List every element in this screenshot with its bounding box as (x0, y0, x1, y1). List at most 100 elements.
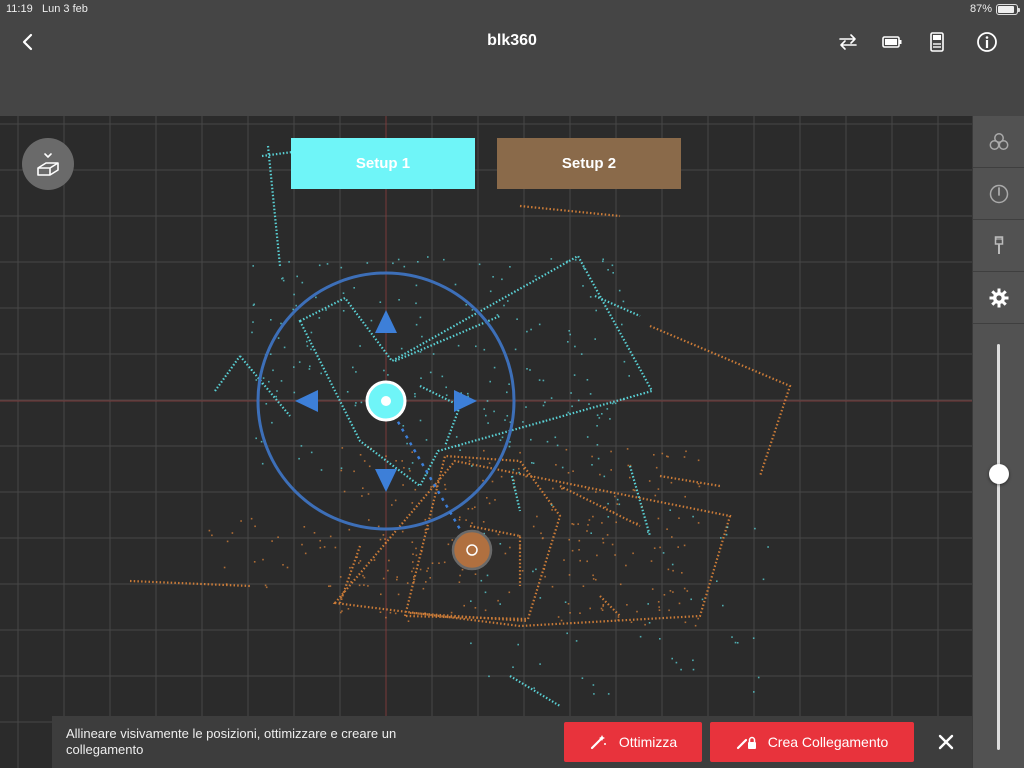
point (275, 395, 277, 398)
point (250, 517, 253, 520)
point (441, 375, 444, 378)
point (276, 390, 278, 392)
point (619, 583, 622, 586)
point (762, 578, 765, 581)
point (292, 308, 294, 311)
move-left-arrow-icon[interactable] (295, 390, 318, 412)
point (319, 546, 322, 549)
point (512, 666, 514, 668)
density-slider-thumb[interactable] (989, 463, 1009, 484)
point (400, 347, 403, 350)
point (413, 576, 415, 578)
point (602, 258, 604, 261)
point (408, 467, 411, 470)
view-mode-button[interactable] (22, 138, 74, 190)
point (509, 546, 511, 549)
point (636, 610, 638, 613)
scanner-button[interactable] (925, 30, 949, 54)
point (575, 640, 578, 642)
compass-button[interactable] (973, 168, 1024, 220)
point (572, 470, 574, 472)
point (467, 392, 469, 395)
move-down-arrow-icon[interactable] (375, 469, 397, 492)
point (592, 574, 594, 577)
point (532, 462, 535, 464)
point (517, 643, 519, 646)
point (411, 502, 414, 504)
point (471, 507, 474, 510)
density-slider-track[interactable] (997, 344, 1000, 750)
move-up-arrow-icon[interactable] (375, 310, 397, 333)
point (593, 693, 595, 695)
point (411, 462, 414, 464)
point (683, 587, 686, 590)
point (298, 457, 300, 460)
point (596, 414, 599, 416)
wand-lock-icon (736, 736, 756, 750)
point-cloud-view[interactable] (0, 116, 972, 768)
point (507, 300, 509, 302)
setup-1-button[interactable]: Setup 1 (291, 138, 475, 189)
point (616, 503, 619, 505)
point (497, 599, 499, 602)
setup-1-position-marker[interactable] (365, 380, 407, 422)
point (384, 538, 386, 540)
point (596, 554, 598, 557)
settings-button[interactable] (973, 272, 1024, 324)
point (484, 609, 487, 612)
point (657, 601, 660, 603)
create-link-button[interactable]: Crea Collegamento (710, 722, 914, 762)
point (329, 585, 332, 587)
optimize-button[interactable]: Ottimizza (564, 722, 702, 762)
point (670, 481, 673, 484)
layers-cluster-button[interactable] (973, 116, 1024, 168)
point (580, 353, 583, 355)
point (566, 260, 569, 263)
point (286, 566, 289, 569)
point (542, 379, 545, 382)
point (654, 494, 657, 497)
point (277, 337, 280, 339)
close-button[interactable] (934, 730, 958, 754)
point (497, 533, 500, 536)
point (554, 436, 557, 439)
point (569, 612, 571, 614)
point (340, 266, 343, 269)
point (562, 487, 564, 490)
point (522, 421, 524, 423)
point (457, 344, 460, 347)
point (533, 687, 535, 689)
point (506, 391, 508, 394)
battery-status-button[interactable] (880, 30, 904, 54)
point (552, 487, 554, 490)
point (430, 486, 432, 488)
point (415, 323, 418, 326)
point (526, 330, 528, 333)
setup-2-position-marker[interactable] (451, 529, 493, 571)
point (231, 532, 234, 534)
point-cloud-setup-1-scatter (250, 256, 769, 695)
move-right-arrow-icon[interactable] (454, 390, 477, 412)
brush-button[interactable] (973, 220, 1024, 272)
point (431, 562, 434, 564)
point (403, 265, 406, 268)
point (488, 462, 491, 464)
info-button[interactable] (975, 30, 999, 54)
point (698, 485, 701, 488)
point (387, 569, 389, 572)
point (658, 606, 660, 608)
point (618, 289, 621, 292)
point (767, 546, 769, 548)
registration-canvas[interactable] (0, 116, 972, 768)
swap-button[interactable] (836, 30, 860, 54)
setup-2-button[interactable]: Setup 2 (497, 138, 681, 189)
point (567, 341, 569, 343)
point (516, 318, 518, 320)
point (326, 263, 329, 265)
point (488, 502, 491, 505)
point (282, 277, 284, 279)
point (592, 515, 594, 518)
point (600, 607, 603, 610)
grid (0, 116, 972, 768)
point (417, 261, 419, 263)
